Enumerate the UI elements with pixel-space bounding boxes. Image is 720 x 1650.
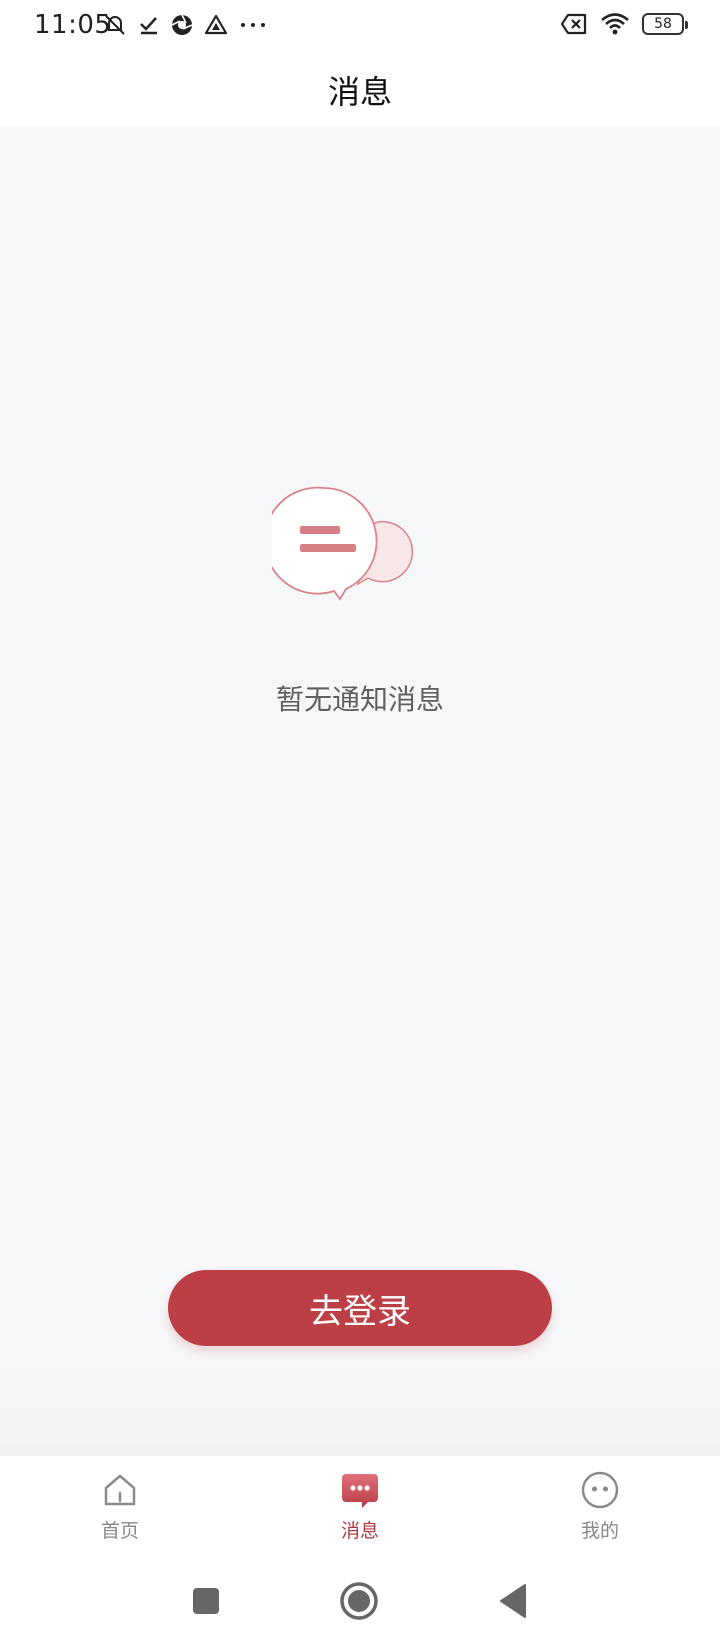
header: 消息 [0, 54, 720, 126]
status-time: 11:05 [34, 10, 112, 40]
no-sim-icon [560, 13, 587, 35]
chat-bubbles-icon [272, 486, 414, 601]
back-button[interactable] [497, 1583, 529, 1619]
status-bar: 11:05 58 [0, 0, 720, 54]
tab-profile-label: 我的 [580, 1520, 619, 1542]
tab-home-label: 首页 [100, 1520, 139, 1542]
check-icon [140, 17, 157, 35]
profile-icon [581, 1471, 619, 1509]
home-button[interactable] [339, 1581, 379, 1621]
page-title: 消息 [327, 73, 392, 111]
status-right-icons: 58 [560, 12, 688, 36]
tab-messages-label: 消息 [340, 1520, 379, 1542]
empty-message: 暂无通知消息 [275, 683, 444, 716]
drive-icon [204, 14, 228, 35]
system-navigation-bar [0, 1552, 720, 1650]
status-left-icons [102, 12, 268, 38]
wifi-icon [601, 13, 629, 35]
battery-level: 58 [654, 16, 672, 32]
more-icon [241, 23, 265, 27]
recents-button[interactable] [191, 1586, 221, 1616]
tab-profile[interactable]: 我的 [520, 1456, 680, 1552]
tab-messages[interactable]: 消息 [280, 1456, 440, 1552]
tab-home[interactable]: 首页 [40, 1456, 200, 1552]
battery-icon: 58 [642, 13, 688, 35]
bottom-tabbar: 首页 消息 我的 [0, 1456, 720, 1552]
login-button[interactable]: 去登录 [168, 1270, 552, 1346]
main-content: 暂无通知消息 去登录 [0, 126, 720, 1456]
silent-icon [105, 15, 125, 35]
message-icon [342, 1474, 378, 1508]
home-icon [104, 1474, 136, 1506]
aperture-icon [171, 14, 193, 35]
